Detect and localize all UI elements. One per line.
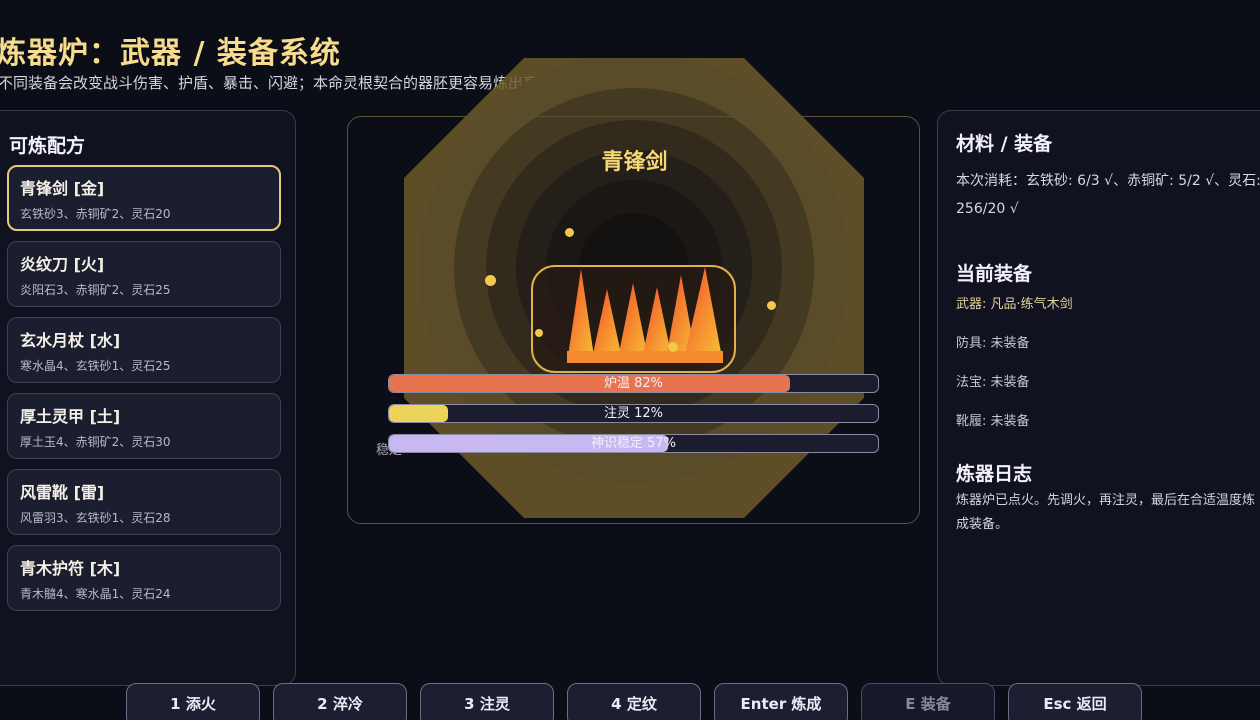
forge-log-text: 炼器炉已点火。先调火，再注灵，最后在合适温度炼成装备。: [956, 493, 1256, 532]
back-button[interactable]: Esc 返回: [1008, 683, 1142, 720]
spark-icon: [767, 301, 776, 310]
temperature-label: 炉温 82%: [603, 376, 664, 391]
spark-icon: [535, 329, 543, 337]
equipment-heading: 当前装备: [956, 263, 1033, 285]
add-fire-button[interactable]: 1 添火: [126, 683, 260, 720]
forge-log-heading: 炼器日志: [956, 463, 1033, 485]
spark-icon: [485, 275, 496, 286]
furnace-fire[interactable]: [531, 265, 736, 373]
forge-button[interactable]: Enter 炼成: [714, 683, 848, 720]
recipe-item-qingfeng-sword[interactable]: 青锋剑 [金] 玄铁砂3、赤铜矿2、灵石20: [7, 165, 281, 231]
recipe-name: 玄水月杖 [水]: [20, 331, 121, 350]
forge-screen: 炼器炉：武器 / 装备系统 不同装备会改变战斗伤害、护盾、暴击、闪避；本命灵根契…: [0, 0, 1260, 720]
recipe-materials: 风雷羽3、玄铁砂1、灵石28: [20, 511, 171, 525]
equip-armor: 防具: 未装备: [956, 336, 1030, 351]
recipe-name: 炎纹刀 [火]: [20, 255, 105, 274]
forging-weapon-name: 青锋剑: [601, 150, 668, 175]
spark-icon: [565, 228, 574, 237]
infusion-label: 注灵 12%: [603, 406, 664, 421]
recipe-panel-heading: 可炼配方: [9, 135, 86, 157]
page-title: 炼器炉：武器 / 装备系统: [0, 36, 341, 71]
recipe-materials: 玄铁砂3、赤铜矿2、灵石20: [20, 207, 171, 221]
infuse-spirit-button[interactable]: 3 注灵: [420, 683, 554, 720]
recipe-item-yanwen-blade[interactable]: 炎纹刀 [火] 炎阳石3、赤铜矿2、灵石25: [7, 241, 281, 307]
furnace-temperature-bar: 炉温 82%: [388, 374, 879, 393]
recipe-materials: 青木髓4、寒水晶1、灵石24: [20, 587, 171, 601]
recipe-item-fenglei-boots[interactable]: 风雷靴 [雷] 风雷羽3、玄铁砂1、灵石28: [7, 469, 281, 535]
mind-stability-bar: 神识稳定 57%: [388, 434, 879, 453]
stability-label: 神识稳定 57%: [590, 436, 677, 451]
recipe-item-xuanshui-staff[interactable]: 玄水月杖 [水] 寒水晶4、玄铁砂1、灵石25: [7, 317, 281, 383]
recipe-name: 青锋剑 [金]: [20, 179, 105, 198]
equip-treasure: 法宝: 未装备: [956, 375, 1030, 390]
recipe-materials: 厚土玉4、赤铜矿2、灵石30: [20, 435, 171, 449]
equip-boots: 靴履: 未装备: [956, 414, 1030, 429]
spirit-infusion-bar: 注灵 12%: [388, 404, 879, 423]
equip-weapon: 武器: 凡品·练气木剑: [956, 297, 1073, 312]
quench-button[interactable]: 2 淬冷: [273, 683, 407, 720]
recipe-materials: 炎阳石3、赤铜矿2、灵石25: [20, 283, 171, 297]
recipe-name: 风雷靴 [雷]: [20, 483, 105, 502]
recipe-name: 青木护符 [木]: [20, 559, 121, 578]
recipe-materials: 寒水晶4、玄铁砂1、灵石25: [20, 359, 171, 373]
recipe-item-houtu-armor[interactable]: 厚土灵甲 [土] 厚土玉4、赤铜矿2、灵石30: [7, 393, 281, 459]
materials-heading: 材料 / 装备: [956, 133, 1053, 155]
spark-icon: [668, 342, 678, 352]
recipe-panel: 可炼配方 青锋剑 [金] 玄铁砂3、赤铜矿2、灵石20 炎纹刀 [火] 炎阳石3…: [0, 110, 296, 686]
recipe-name: 厚土灵甲 [土]: [20, 407, 121, 426]
material-cost: 本次消耗：玄铁砂: 6/3 √、赤铜矿: 5/2 √、灵石: 256/20 √: [956, 173, 1260, 217]
recipe-item-qingmu-talisman[interactable]: 青木护符 [木] 青木髓4、寒水晶1、灵石24: [7, 545, 281, 611]
set-pattern-button[interactable]: 4 定纹: [567, 683, 701, 720]
recipe-list: 青锋剑 [金] 玄铁砂3、赤铜矿2、灵石20 炎纹刀 [火] 炎阳石3、赤铜矿2…: [7, 165, 281, 621]
equip-button[interactable]: E 装备: [861, 683, 995, 720]
flame-icon: [567, 267, 723, 363]
materials-panel: 材料 / 装备 本次消耗：玄铁砂: 6/3 √、赤铜矿: 5/2 √、灵石: 2…: [937, 110, 1260, 686]
